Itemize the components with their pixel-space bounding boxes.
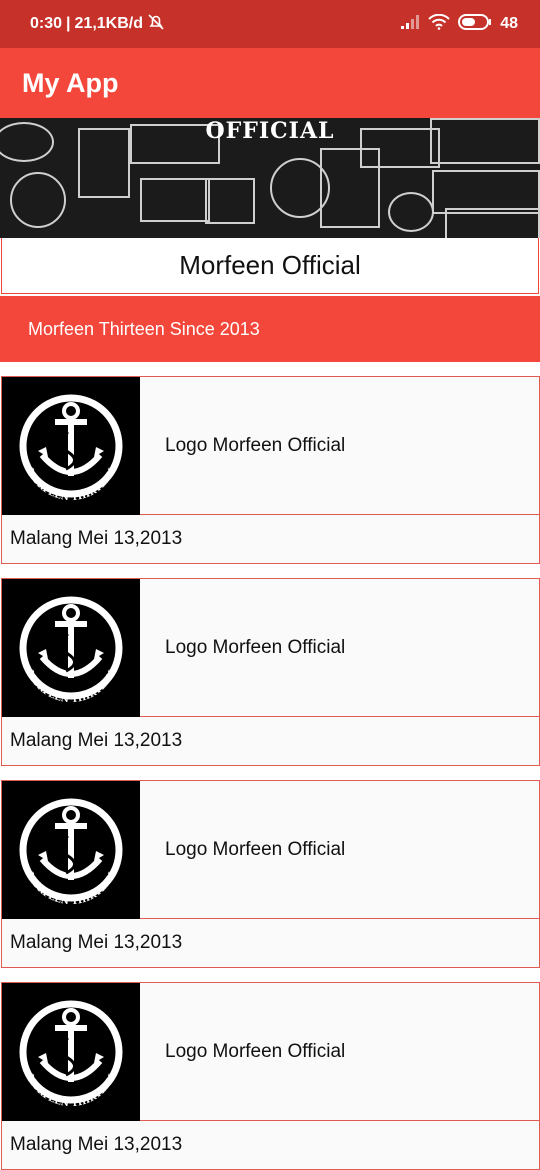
banner-sticker [388,192,434,232]
anchor-logo-icon: MORFEEN THIRTEEN [2,781,140,919]
banner-image: OFFICIAL [0,118,540,238]
list-item-header: MORFEEN THIRTEEN Logo Morfeen Official [2,781,539,919]
list-item-date: Malang Mei 13,2013 [10,730,183,751]
list-item-header: MORFEEN THIRTEEN Logo Morfeen Official [2,983,539,1121]
banner-sticker [205,178,255,224]
anchor-logo-icon: MORFEEN THIRTEEN [2,377,140,515]
list-item-date: Malang Mei 13,2013 [10,1134,183,1155]
subtitle-text: Morfeen Thirteen Since 2013 [28,318,260,339]
app-bar: My App [0,48,540,118]
banner-label: OFFICIAL [205,118,335,144]
status-bar: 0:30 | 21,1KB/d 48 [0,0,540,48]
list-item[interactable]: MORFEEN THIRTEEN Logo Morfeen Official M… [1,578,540,766]
anchor-logo-icon: MORFEEN THIRTEEN [2,579,140,717]
list-item-title: Logo Morfeen Official [165,637,346,658]
list-item-title: Logo Morfeen Official [165,839,346,860]
page-title: Morfeen Official [1,238,539,294]
list-item-title: Logo Morfeen Official [165,435,346,456]
list-item[interactable]: MORFEEN THIRTEEN Logo Morfeen Official M… [1,376,540,564]
anchor-logo-icon: MORFEEN THIRTEEN [2,983,140,1121]
signal-icon [400,14,420,35]
banner-sticker [140,178,210,222]
battery-icon [458,13,492,35]
app-title: My App [22,67,119,98]
list-item-date: Malang Mei 13,2013 [10,528,183,549]
list-item[interactable]: MORFEEN THIRTEEN Logo Morfeen Official M… [1,982,540,1170]
banner-sticker [10,172,66,228]
battery-level: 48 [500,15,518,32]
subtitle-bar: Morfeen Thirteen Since 2013 [0,296,540,362]
list-item-header: MORFEEN THIRTEEN Logo Morfeen Official [2,377,539,515]
status-separator: | [66,15,71,32]
list-item[interactable]: MORFEEN THIRTEEN Logo Morfeen Official M… [1,780,540,968]
banner-sticker [445,208,540,238]
wifi-icon [428,13,450,35]
list-item-title: Logo Morfeen Official [165,1041,346,1062]
list-item-header: MORFEEN THIRTEEN Logo Morfeen Official [2,579,539,717]
network-speed: 21,1KB/d [74,15,143,32]
alarm-off-icon [147,13,165,36]
list-item-date: Malang Mei 13,2013 [10,932,183,953]
status-time: 0:30 [30,15,63,32]
